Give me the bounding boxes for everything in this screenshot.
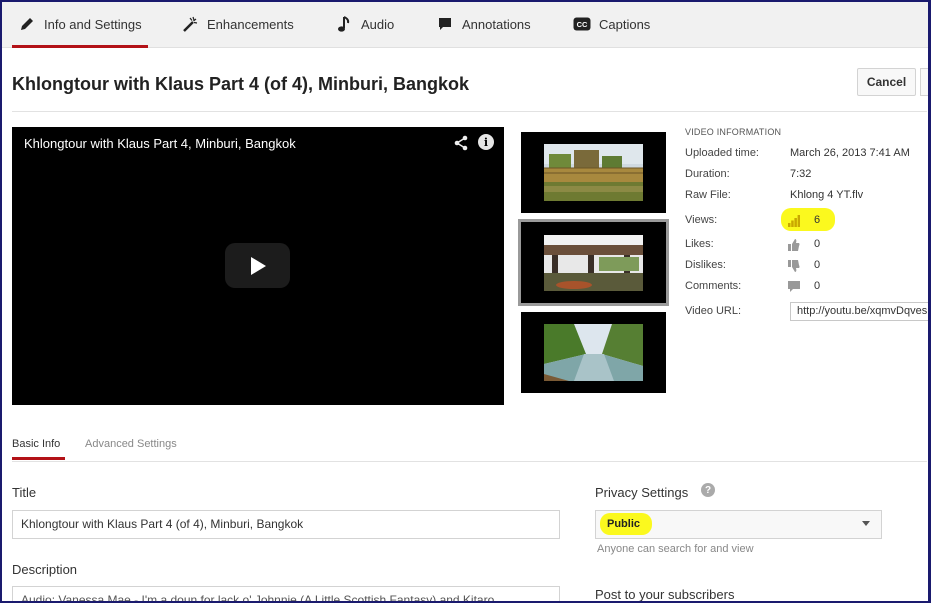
privacy-hint: Anyone can search for and view [597, 543, 754, 555]
cc-icon: CC [573, 15, 591, 33]
likes-value: 0 [814, 238, 821, 250]
tab-audio[interactable]: Audio [335, 0, 394, 48]
privacy-value: Public [607, 518, 641, 530]
video-info-heading: VIDEO INFORMATION [685, 127, 782, 137]
help-icon[interactable]: ? [701, 483, 715, 497]
tab-enhancements[interactable]: Enhancements [181, 0, 294, 48]
thumbnail-2[interactable] [518, 219, 669, 306]
top-tab-bar: Info and Settings Enhancements Audio Ann… [0, 0, 931, 48]
tab-label: Captions [599, 16, 651, 32]
thumbnail-image [544, 144, 643, 201]
views-value: 6 [814, 214, 821, 226]
title-label: Title [12, 485, 37, 500]
tab-captions[interactable]: CC Captions [573, 0, 650, 48]
comments-value: 0 [814, 280, 821, 292]
tab-label: Enhancements [207, 16, 294, 32]
tab-label: Annotations [462, 16, 531, 32]
divider [12, 461, 927, 462]
title-field[interactable]: Khlongtour with Klaus Part 4 (of 4), Min… [12, 510, 560, 539]
likes-label: Likes: [685, 238, 714, 250]
video-url-label: Video URL: [685, 305, 742, 317]
dislikes-label: Dislikes: [685, 259, 726, 271]
uploaded-label: Uploaded time: [685, 147, 759, 159]
play-icon [250, 256, 266, 275]
player-title: Khlongtour with Klaus Part 4, Minburi, B… [24, 136, 296, 151]
magic-wand-icon [181, 15, 199, 33]
thumbs-down-icon [788, 259, 800, 272]
dislikes-value: 0 [814, 259, 821, 271]
play-button[interactable] [225, 243, 290, 288]
active-tab-indicator [12, 457, 65, 460]
tab-label: Audio [361, 16, 395, 32]
bar-chart-icon [788, 214, 800, 227]
divider [12, 111, 927, 112]
thumbnail-image [544, 235, 643, 291]
tab-annotations[interactable]: Annotations [436, 0, 531, 48]
duration-label: Duration: [685, 168, 730, 180]
video-url-field[interactable]: http://youtu.be/xqmvDqves [790, 302, 931, 321]
thumbnail-3[interactable] [521, 312, 666, 393]
tab-info-and-settings[interactable]: Info and Settings [12, 0, 148, 48]
music-note-icon [335, 15, 353, 33]
privacy-settings-label: Privacy Settings [595, 485, 689, 500]
tab-label: Info and Settings [44, 16, 142, 32]
page-title: Khlongtour with Klaus Part 4 (of 4), Min… [12, 74, 470, 94]
thumbnail-1[interactable] [521, 132, 666, 213]
comments-label: Comments: [685, 280, 742, 292]
tab-basic-info[interactable]: Basic Info [12, 438, 60, 450]
raw-file-value: Khlong 4 YT.flv [790, 189, 864, 201]
tab-advanced-settings[interactable]: Advanced Settings [85, 438, 177, 450]
save-button[interactable] [920, 68, 931, 96]
post-to-subscribers-label: Post to your subscribers [595, 587, 735, 602]
thumbs-up-icon [788, 238, 800, 251]
views-label: Views: [685, 214, 718, 226]
uploaded-value: March 26, 2013 7:41 AM [790, 147, 910, 159]
comment-icon [788, 280, 800, 292]
pencil-icon [18, 15, 36, 33]
description-label: Description [12, 562, 78, 577]
cancel-button[interactable]: Cancel [857, 68, 916, 96]
share-icon[interactable] [453, 135, 469, 151]
chevron-down-icon [862, 521, 870, 526]
raw-file-label: Raw File: [685, 189, 731, 201]
info-icon[interactable]: i [478, 134, 494, 150]
thumbnail-image [544, 324, 643, 381]
description-field[interactable]: Audio: Vanessa Mae - I'm a doun for lack… [12, 586, 560, 603]
speech-bubble-icon [436, 15, 454, 33]
duration-value: 7:32 [790, 168, 812, 180]
video-player[interactable]: Khlongtour with Klaus Part 4, Minburi, B… [12, 127, 504, 405]
svg-text:CC: CC [577, 20, 588, 29]
